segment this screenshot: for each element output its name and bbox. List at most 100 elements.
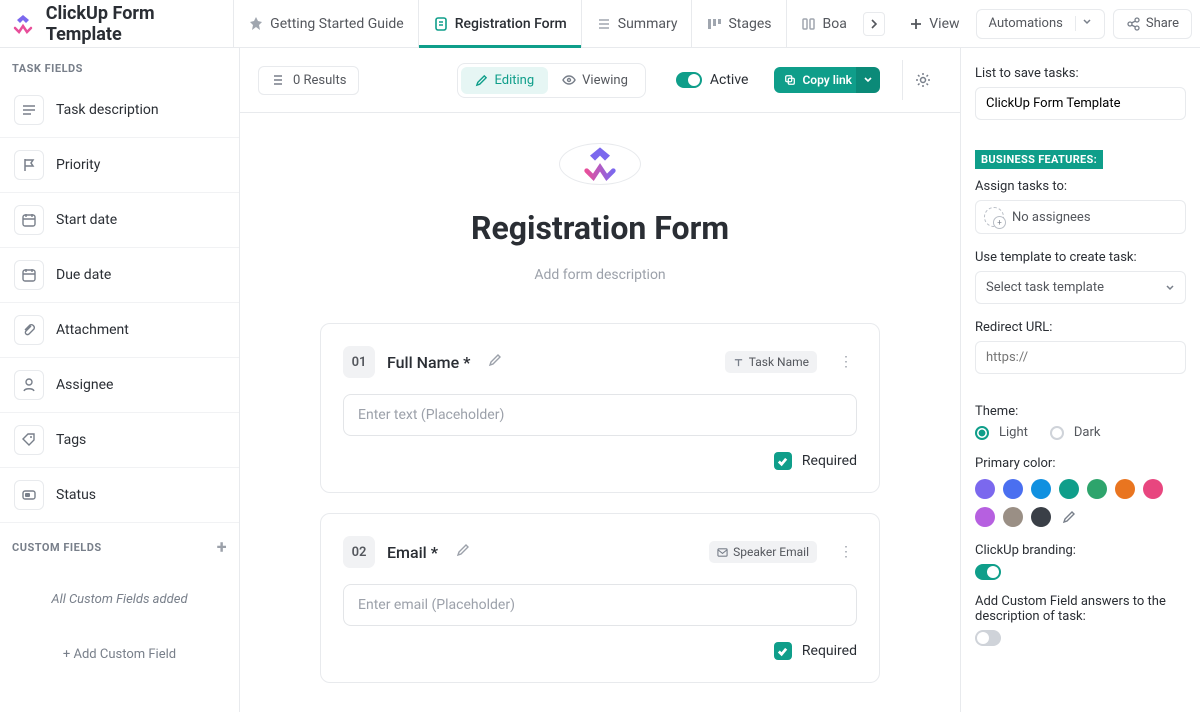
paperclip-icon [14,315,44,345]
eye-icon [562,73,576,87]
form-description-placeholder[interactable]: Add form description [534,267,665,283]
tab-stages[interactable]: Stages [691,0,785,48]
color-swatch[interactable] [975,507,995,527]
assignee-selector[interactable]: No assignees [975,200,1186,234]
text-lines-icon [14,95,44,125]
color-picker-button[interactable] [1059,507,1079,527]
pencil-icon [475,74,488,87]
view-tabs: Getting Started Guide Registration Form … [233,0,851,47]
pencil-icon [456,543,470,557]
required-checkbox[interactable] [774,452,792,470]
question-number: 01 [343,346,375,378]
viewing-mode-button[interactable]: Viewing [548,67,642,94]
copy-link-dropdown[interactable] [856,67,880,93]
task-fields-header: TASK FIELDS [0,48,239,83]
theme-light-radio[interactable] [975,426,989,440]
edit-label-button[interactable] [488,353,502,371]
clickup-logo-icon [11,12,35,36]
custom-answers-label: Add Custom Field answers to the descript… [975,594,1186,624]
question-label[interactable]: Full Name * [387,353,470,372]
text-icon [733,357,744,368]
fields-sidebar: TASK FIELDS Task description Priority St… [0,48,240,712]
add-custom-field-button[interactable]: + Add Custom Field [0,617,239,692]
custom-answers-toggle[interactable] [975,630,1001,646]
redirect-url-input[interactable] [975,341,1186,374]
assign-tasks-label: Assign tasks to: [975,179,1186,194]
field-status[interactable]: Status [0,468,239,523]
color-swatch[interactable] [1003,507,1023,527]
form-logo[interactable] [559,143,641,185]
field-attachment[interactable]: Attachment [0,303,239,358]
theme-dark-radio[interactable] [1050,426,1064,440]
page-title: ClickUp Form Template [46,3,221,45]
app-logo [8,8,38,40]
full-name-input[interactable] [343,394,857,436]
question-label[interactable]: Email * [387,543,438,562]
list-to-save-label: List to save tasks: [975,66,1186,81]
pencil-icon [488,353,502,367]
form-pin-icon [433,16,449,32]
color-swatch[interactable] [1031,507,1051,527]
pin-icon [248,16,264,32]
chevron-down-icon [1075,16,1092,31]
field-task-description[interactable]: Task description [0,83,239,138]
question-menu-button[interactable]: ⋮ [835,544,857,560]
business-features-badge: BUSINESS FEATURES: [975,150,1103,169]
color-swatch[interactable] [1115,479,1135,499]
tag-icon [14,425,44,455]
color-swatch[interactable] [1143,479,1163,499]
tab-summary[interactable]: Summary [581,0,692,48]
list-icon [271,73,285,87]
field-type-badge: Speaker Email [709,541,817,563]
field-type-badge: Task Name [725,351,817,373]
share-icon [1126,17,1140,31]
share-button[interactable]: Share [1113,9,1192,39]
add-custom-field-plus-icon[interactable]: + [217,537,227,558]
copy-link-button[interactable]: Copy link [774,67,862,93]
email-input[interactable] [343,584,857,626]
tabs-next-button[interactable] [863,12,885,36]
color-swatch[interactable] [1003,479,1023,499]
field-assignee[interactable]: Assignee [0,358,239,413]
question-menu-button[interactable]: ⋮ [835,354,857,370]
calendar-icon [14,205,44,235]
list-to-save-input[interactable] [975,87,1186,120]
tab-getting-started[interactable]: Getting Started Guide [233,0,418,48]
field-start-date[interactable]: Start date [0,193,239,248]
person-icon [14,370,44,400]
primary-color-label: Primary color: [975,456,1186,471]
active-toggle[interactable] [676,72,702,88]
results-chip[interactable]: 0 Results [258,66,359,95]
edit-view-segment: Editing Viewing [457,63,645,98]
edit-label-button[interactable] [456,543,470,561]
add-view-button[interactable]: View [897,16,971,32]
color-swatch[interactable] [1059,479,1079,499]
branding-toggle[interactable] [975,564,1001,580]
field-priority[interactable]: Priority [0,138,239,193]
settings-panel: List to save tasks: BUSINESS FEATURES: A… [960,48,1200,712]
branding-label: ClickUp branding: [975,543,1186,558]
automations-button[interactable]: Automations [976,9,1105,39]
tab-registration-form[interactable]: Registration Form [418,0,581,48]
required-label: Required [802,643,857,659]
required-checkbox[interactable] [774,642,792,660]
tab-board-partial[interactable]: Boa [786,0,851,48]
check-icon [777,646,788,657]
field-due-date[interactable]: Due date [0,248,239,303]
color-swatch[interactable] [1087,479,1107,499]
template-label: Use template to create task: [975,250,1186,265]
color-swatch[interactable] [1031,479,1051,499]
question-card-1[interactable]: 01 Full Name * Task Name ⋮ [320,323,880,493]
form-canvas: Registration Form Add form description 0… [240,113,960,712]
question-card-2[interactable]: 02 Email * Speaker Email ⋮ [320,513,880,683]
editing-mode-button[interactable]: Editing [461,67,548,94]
form-title[interactable]: Registration Form [471,209,729,247]
color-swatch[interactable] [975,479,995,499]
flag-icon [14,150,44,180]
task-template-select[interactable]: Select task template [975,271,1186,304]
color-swatches [975,479,1186,527]
check-icon [777,456,788,467]
field-tags[interactable]: Tags [0,413,239,468]
settings-gear-button[interactable] [902,60,942,100]
status-icon [14,480,44,510]
